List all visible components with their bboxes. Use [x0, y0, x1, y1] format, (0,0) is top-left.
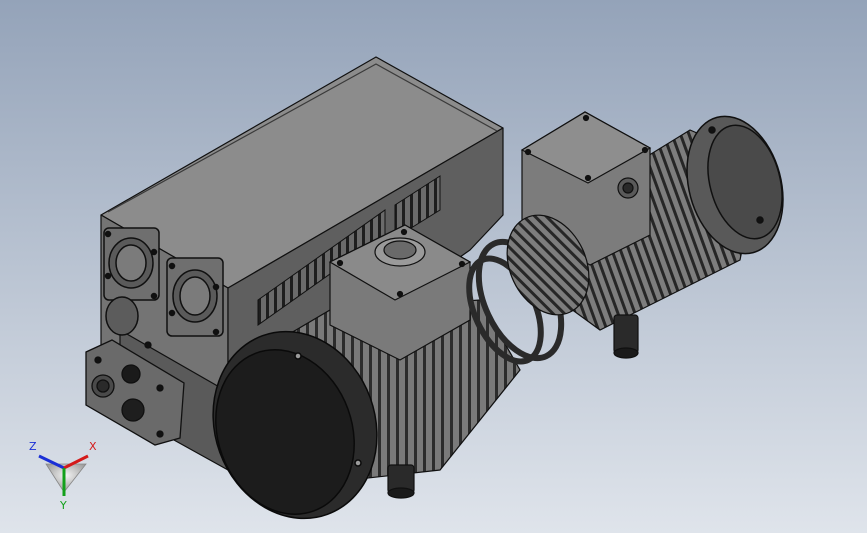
front-port-lower: [166, 257, 224, 337]
axis-triad: Z X Y: [29, 440, 97, 512]
cad-viewport[interactable]: Z X Y: [0, 0, 867, 533]
front-port-upper: [103, 227, 160, 301]
z-axis-label: Z: [29, 440, 37, 453]
x-axis-label: X: [89, 440, 97, 453]
model-scene[interactable]: [0, 0, 867, 533]
y-axis-label: Y: [59, 499, 67, 512]
front-sight-glass: [105, 296, 139, 336]
